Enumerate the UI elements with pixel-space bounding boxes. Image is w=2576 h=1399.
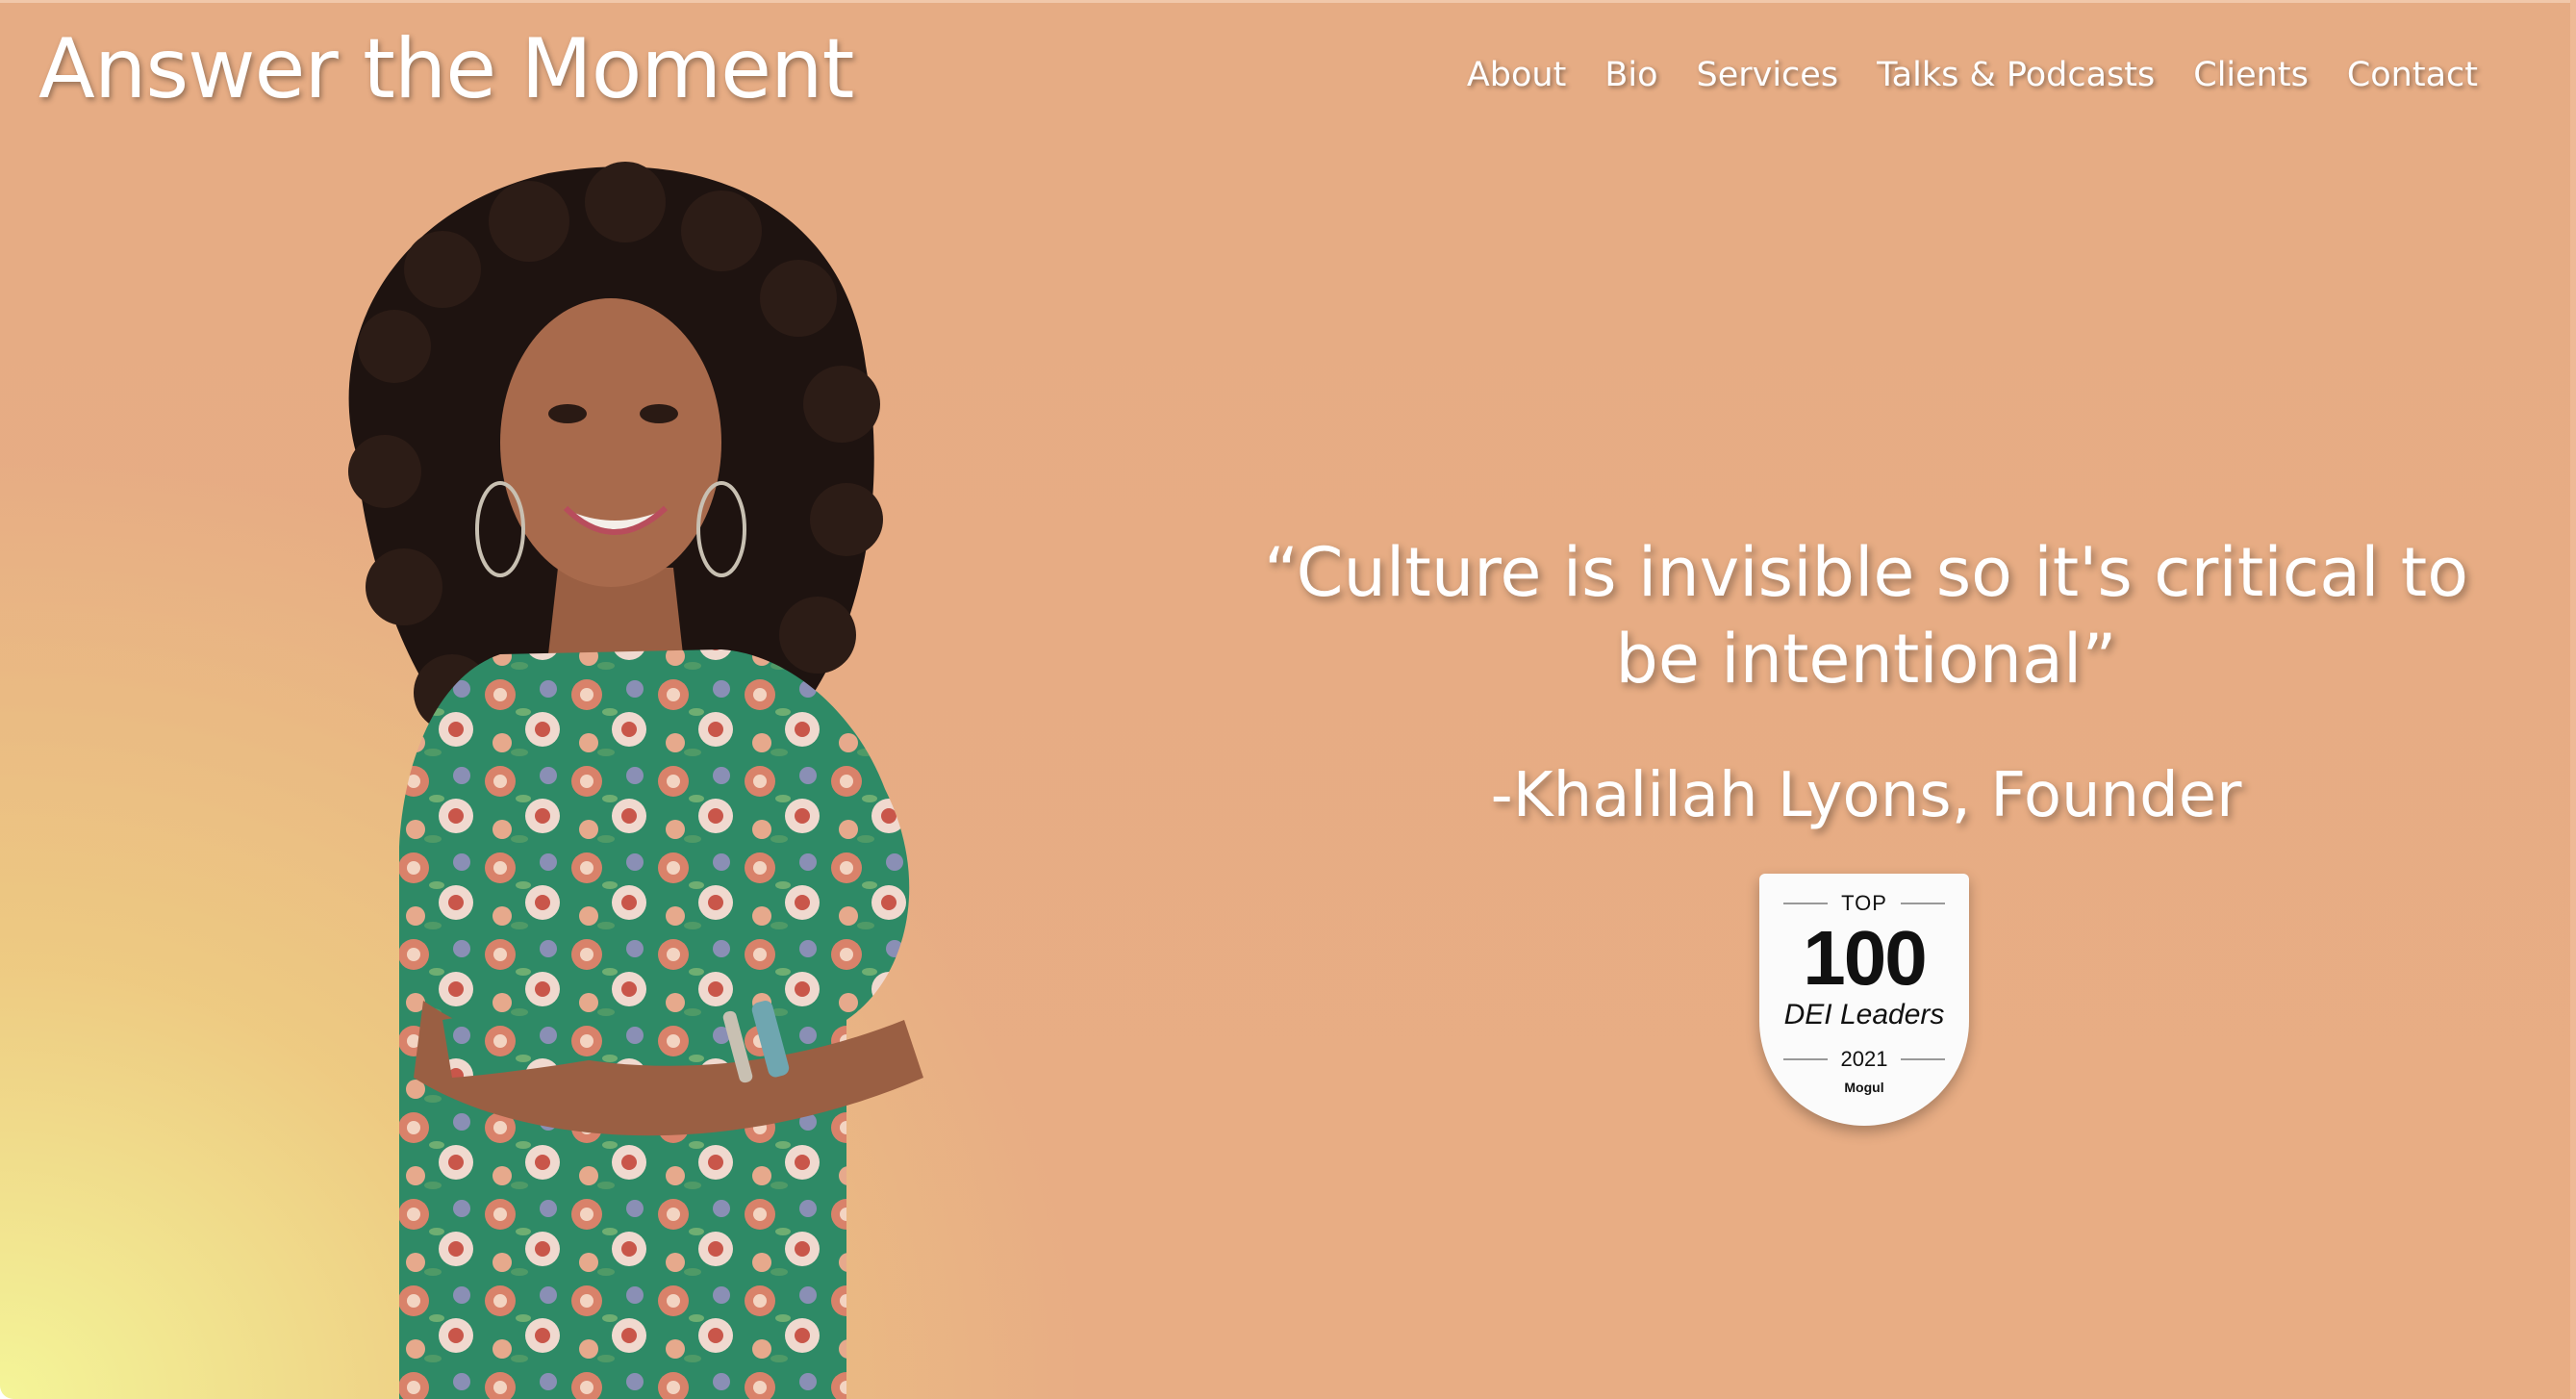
badge-label: DEI Leaders [1783, 999, 1945, 1030]
top-border [0, 0, 2576, 3]
hero-quote: “Culture is invisible so it's critical t… [1263, 533, 2469, 699]
nav-services[interactable]: Services [1696, 56, 1838, 94]
badge-brand: Mogul [1844, 1080, 1884, 1095]
badge-rule-left-2 [1782, 1058, 1828, 1060]
badge-year: 2021 [1840, 1047, 1888, 1071]
nav-bio[interactable]: Bio [1604, 56, 1657, 94]
badge-rule-left [1783, 903, 1829, 904]
nav-talks-podcasts[interactable]: Talks & Podcasts [1877, 56, 2155, 94]
top-100-dei-leaders-badge[interactable]: TOP 100 DEI Leaders 2021 Mogul [1759, 874, 1969, 1126]
badge-number: 100 [1803, 915, 1927, 1001]
nav-contact[interactable]: Contact [2347, 56, 2478, 94]
hero-section: Answer the Moment About Bio Services Tal… [0, 0, 2576, 1399]
founder-portrait [348, 162, 923, 1399]
main-nav: About Bio Services Talks & Podcasts Clie… [1467, 56, 2478, 94]
quote-attribution: -Khalilah Lyons, Founder [1490, 760, 2242, 831]
badge-top-label: TOP [1841, 891, 1887, 915]
badge-rule-right-2 [1901, 1058, 1946, 1060]
right-edge [2570, 0, 2576, 1399]
nav-clients[interactable]: Clients [2193, 56, 2309, 94]
badge-rule-right [1900, 903, 1945, 904]
nav-about[interactable]: About [1467, 56, 1566, 94]
site-logo[interactable]: Answer the Moment [38, 21, 854, 117]
